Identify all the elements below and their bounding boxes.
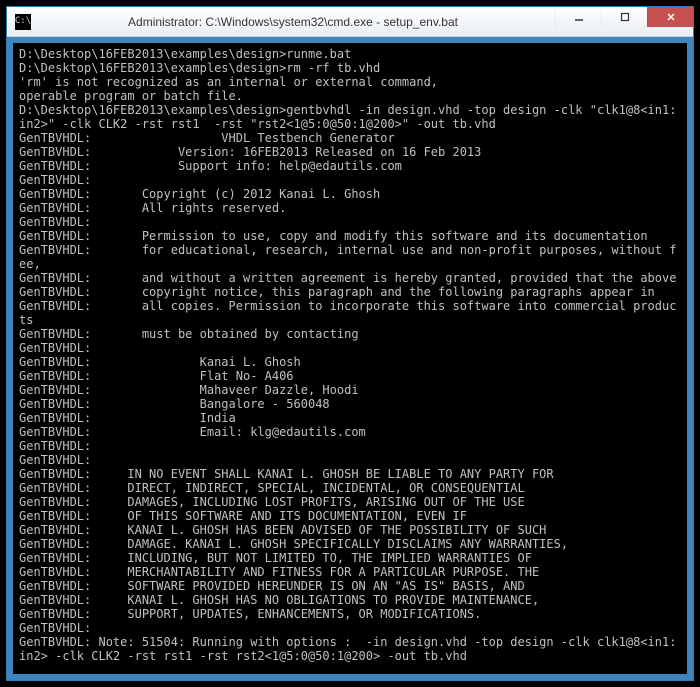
console-line: GenTBVHDL: MERCHANTABILITY AND FITNESS F… [19, 565, 681, 579]
console-line: GenTBVHDL: [19, 439, 681, 453]
console-line: GenTBVHDL: Note: 51504: Running with opt… [19, 635, 681, 663]
console-line: GenTBVHDL: [19, 173, 681, 187]
client-area: D:\Desktop\16FEB2013\examples\design>run… [7, 37, 693, 680]
console-line: GenTBVHDL: India [19, 411, 681, 425]
console-line: GenTBVHDL: [19, 453, 681, 467]
console-line: D:\Desktop\16FEB2013\examples\design>rm … [19, 61, 681, 75]
cmd-window: C:\ Administrator: C:\Windows\system32\c… [6, 6, 694, 681]
maximize-button[interactable] [601, 7, 647, 27]
console-line: GenTBVHDL: Email: klg@edautils.com [19, 425, 681, 439]
close-button[interactable] [647, 7, 693, 27]
console-line: GenTBVHDL: All rights reserved. [19, 201, 681, 215]
console-line: GenTBVHDL: INCLUDING, BUT NOT LIMITED TO… [19, 551, 681, 565]
console-line: GenTBVHDL: Version: 16FEB2013 Released o… [19, 145, 681, 159]
console-line: GenTBVHDL: must be obtained by contactin… [19, 327, 681, 341]
cmd-icon-glyph: C:\ [15, 17, 31, 26]
console-line: GenTBVHDL: [19, 621, 681, 635]
console-line: GenTBVHDL: Permission to use, copy and m… [19, 229, 681, 243]
maximize-icon [620, 12, 630, 22]
console-line: GenTBVHDL: [19, 215, 681, 229]
console-output[interactable]: D:\Desktop\16FEB2013\examples\design>run… [13, 43, 687, 674]
console-line: GenTBVHDL: DAMAGES, INCLUDING LOST PROFI… [19, 495, 681, 509]
console-line: GenTBVHDL: KANAI L. GHOSH HAS NO OBLIGAT… [19, 593, 681, 607]
console-line: GenTBVHDL: and without a written agreeme… [19, 271, 681, 285]
console-line: GenTBVHDL: KANAI L. GHOSH HAS BEEN ADVIS… [19, 523, 681, 537]
titlebar[interactable]: C:\ Administrator: C:\Windows\system32\c… [7, 7, 693, 37]
console-line: GenTBVHDL: Support info: help@edautils.c… [19, 159, 681, 173]
window-title: Administrator: C:\Windows\system32\cmd.e… [31, 15, 555, 29]
minimize-button[interactable] [555, 7, 601, 27]
minimize-icon [574, 12, 584, 22]
console-line: 'rm' is not recognized as an internal or… [19, 75, 681, 89]
console-line: GenTBVHDL: copyright notice, this paragr… [19, 285, 681, 299]
console-line: D:\Desktop\16FEB2013\examples\design>run… [19, 47, 681, 61]
console-line: GenTBVHDL: SUPPORT, UPDATES, ENHANCEMENT… [19, 607, 681, 621]
console-line: GenTBVHDL: Kanai L. Ghosh [19, 355, 681, 369]
close-icon [666, 12, 676, 22]
console-line: GenTBVHDL: [19, 341, 681, 355]
console-line: D:\Desktop\16FEB2013\examples\design>gen… [19, 103, 681, 131]
console-line: GenTBVHDL: Bangalore - 560048 [19, 397, 681, 411]
console-line: GenTBVHDL: Flat No- A406 [19, 369, 681, 383]
console-line: GenTBVHDL: VHDL Testbench Generator [19, 131, 681, 145]
console-line: GenTBVHDL: Copyright (c) 2012 Kanai L. G… [19, 187, 681, 201]
console-line: GenTBVHDL: DAMAGE. KANAI L. GHOSH SPECIF… [19, 537, 681, 551]
cmd-icon: C:\ [15, 14, 31, 30]
console-line: GenTBVHDL: OF THIS SOFTWARE AND ITS DOCU… [19, 509, 681, 523]
console-line: GenTBVHDL: IN NO EVENT SHALL KANAI L. GH… [19, 467, 681, 481]
window-controls [555, 7, 693, 36]
console-line: GenTBVHDL: SOFTWARE PROVIDED HEREUNDER I… [19, 579, 681, 593]
console-line: operable program or batch file. [19, 89, 681, 103]
console-line: GenTBVHDL: DIRECT, INDIRECT, SPECIAL, IN… [19, 481, 681, 495]
console-line: GenTBVHDL: Mahaveer Dazzle, Hoodi [19, 383, 681, 397]
console-line: GenTBVHDL: for educational, research, in… [19, 243, 681, 271]
console-line: GenTBVHDL: all copies. Permission to inc… [19, 299, 681, 327]
